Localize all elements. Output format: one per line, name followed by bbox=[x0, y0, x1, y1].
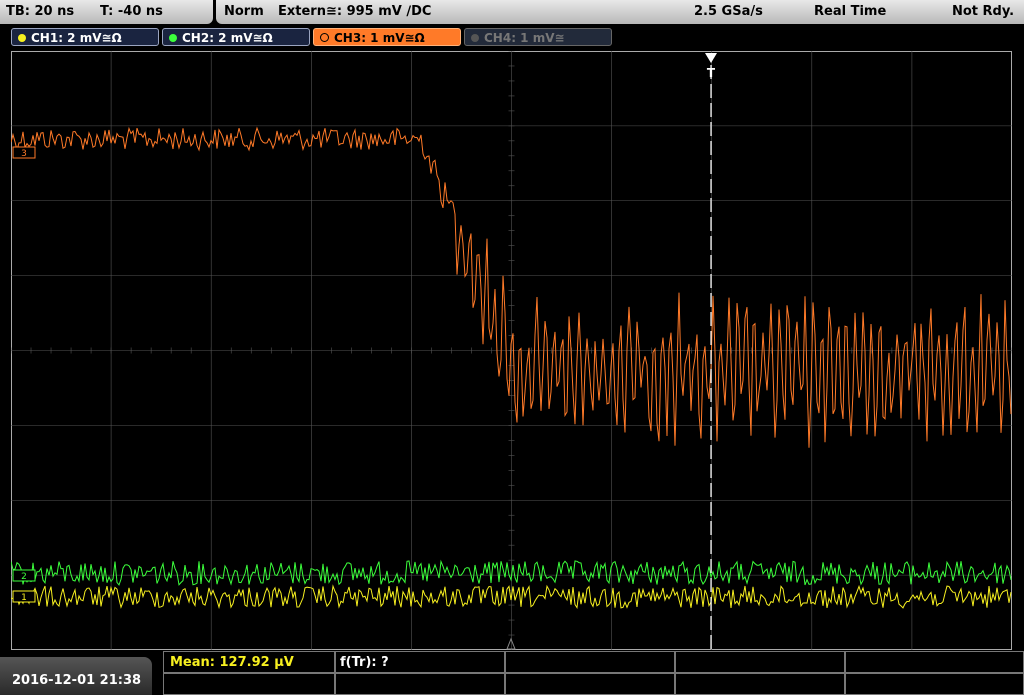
channel-3-label: CH3: 1 mV≅Ω bbox=[334, 31, 425, 45]
channel-2-color-dot bbox=[169, 34, 177, 42]
status-bar: TB: 20 ns T: -40 ns Norm Extern≅: 995 mV… bbox=[0, 0, 1024, 24]
channel-1-color-dot bbox=[18, 34, 26, 42]
channel-1-trace bbox=[11, 584, 1012, 610]
channel-3-color-dot bbox=[320, 33, 329, 42]
measurement-empty-cell-1[interactable] bbox=[505, 651, 675, 673]
channel-2-button[interactable]: CH2: 2 mV≅Ω bbox=[162, 28, 310, 46]
channel-3-button[interactable]: CH3: 1 mV≅Ω bbox=[313, 28, 461, 46]
measurement-bar[interactable]: Mean: 127.92 µV f(Tr): ? bbox=[163, 651, 1024, 695]
measurement-empty-cell-8[interactable] bbox=[845, 673, 1024, 695]
channel-2-trace bbox=[11, 559, 1012, 586]
channel-4-button[interactable]: CH4: 1 mV≅ bbox=[464, 28, 612, 46]
measurement-mean-label: Mean: 127.92 µV bbox=[170, 655, 294, 670]
datetime-label: 2016-12-01 21:38 bbox=[12, 673, 142, 688]
trigger-source-label: Extern≅: 995 mV ∕DC bbox=[278, 4, 432, 19]
acquisition-mode-label: Real Time bbox=[814, 4, 887, 19]
channel-2-offset-label: 2 bbox=[21, 572, 27, 582]
channel-3-offset-label: 3 bbox=[21, 149, 27, 159]
trigger-marker-label: T bbox=[707, 66, 716, 80]
measurement-mean-cell[interactable]: Mean: 127.92 µV bbox=[163, 651, 335, 673]
measurement-ftr-label: f(Tr): ? bbox=[340, 655, 389, 670]
channel-1-offset-label: 1 bbox=[21, 593, 27, 603]
measurement-empty-cell-7[interactable] bbox=[675, 673, 845, 695]
sample-rate-label: 2.5 GSa/s bbox=[694, 4, 763, 19]
horizontal-position-marker-icon[interactable] bbox=[506, 637, 516, 650]
waveform-plot: T 3 2 1 bbox=[11, 51, 1012, 650]
trigger-position-marker-icon[interactable] bbox=[705, 53, 717, 63]
measurement-empty-cell-3[interactable] bbox=[845, 651, 1024, 673]
channel-1-label: CH1: 2 mV≅Ω bbox=[31, 31, 122, 45]
channel-1-button[interactable]: CH1: 2 mV≅Ω bbox=[11, 28, 159, 46]
acquisition-status-label: Not Rdy. bbox=[952, 4, 1015, 19]
trigger-panel[interactable]: Norm Extern≅: 995 mV ∕DC 2.5 GSa/s Real … bbox=[216, 0, 1024, 24]
timebase-label: TB: 20 ns bbox=[6, 4, 75, 19]
measurement-empty-cell-4[interactable] bbox=[163, 673, 335, 695]
timebase-panel[interactable]: TB: 20 ns T: -40 ns bbox=[0, 0, 213, 24]
channel-4-color-dot bbox=[471, 34, 479, 42]
measurement-empty-cell-5[interactable] bbox=[335, 673, 505, 695]
datetime-panel: 2016-12-01 21:38 bbox=[0, 657, 152, 695]
measurement-empty-cell-6[interactable] bbox=[505, 673, 675, 695]
channel-4-label: CH4: 1 mV≅ bbox=[484, 31, 565, 45]
trigger-time-label: T: -40 ns bbox=[100, 4, 163, 19]
channel-2-label: CH2: 2 mV≅Ω bbox=[182, 31, 273, 45]
trigger-mode-label: Norm bbox=[224, 4, 264, 19]
measurement-ftr-cell[interactable]: f(Tr): ? bbox=[335, 651, 505, 673]
measurement-empty-cell-2[interactable] bbox=[675, 651, 845, 673]
channel-3-trace bbox=[11, 126, 1012, 448]
